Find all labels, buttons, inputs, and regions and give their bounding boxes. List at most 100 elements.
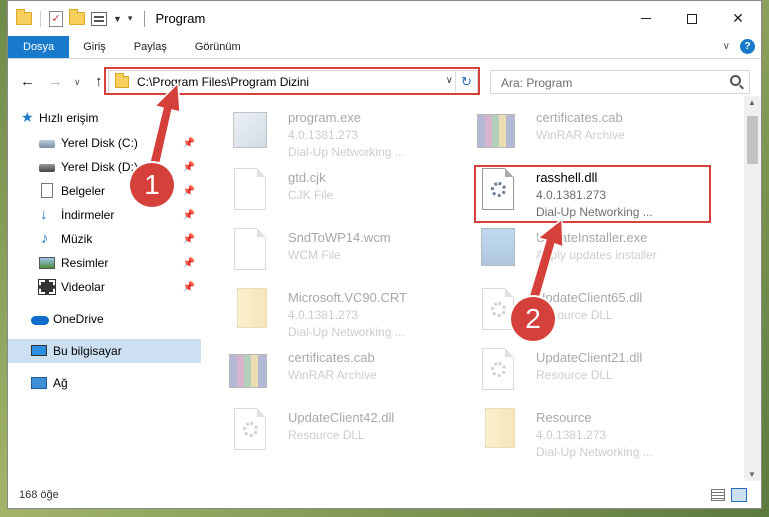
file-list: program.exe 4.0.1381.273 Dial-Up Network…	[221, 100, 739, 475]
winrar-icon	[229, 348, 271, 394]
file-name: UpdateClient21.dll	[536, 350, 643, 365]
new-folder-icon[interactable]	[69, 9, 85, 25]
sidebar-item-onedrive[interactable]: OneDrive	[8, 307, 201, 331]
sidebar-item-this-pc[interactable]: Bu bilgisayar	[8, 339, 201, 363]
search-box[interactable]: Ara: Program	[490, 70, 750, 94]
file-detail: WCM File	[288, 248, 341, 262]
file-highlight-box	[474, 165, 711, 223]
folder-icon	[477, 408, 519, 454]
sidebar-item-label: Ağ	[53, 376, 68, 390]
scroll-down-icon[interactable]: ▼	[748, 470, 756, 479]
file-name: Microsoft.VC90.CRT	[288, 290, 407, 305]
forward-button[interactable]: →	[48, 73, 63, 90]
sidebar-item-label: Hızlı erişim	[39, 111, 99, 125]
list-item[interactable]: SndToWP14.wcm WCM File	[229, 224, 469, 284]
sidebar-item-label: OneDrive	[53, 312, 104, 326]
sidebar-item-label: Videolar	[61, 280, 105, 294]
onedrive-cloud-icon	[31, 316, 49, 330]
pin-icon[interactable]: 📌	[183, 138, 195, 149]
recent-locations-icon[interactable]: ∨	[74, 77, 81, 88]
chevron-down-icon[interactable]: ▼	[113, 14, 122, 24]
pin-icon[interactable]: 📌	[183, 210, 195, 221]
close-icon: ✕	[732, 10, 744, 26]
file-detail: CJK File	[288, 188, 334, 202]
list-item[interactable]: program.exe 4.0.1381.273 Dial-Up Network…	[229, 104, 469, 164]
maximize-button[interactable]	[669, 1, 715, 36]
videos-icon	[38, 279, 56, 295]
list-item[interactable]: certificates.cab WinRAR Archive	[229, 344, 469, 404]
file-name: certificates.cab	[536, 110, 623, 125]
file-name: UpdateClient42.dll	[288, 410, 395, 425]
computer-icon	[31, 345, 47, 359]
blank-file-icon	[229, 228, 271, 274]
tab-file[interactable]: Dosya	[8, 36, 70, 58]
properties-icon[interactable]	[91, 11, 107, 26]
sidebar-item-network[interactable]: Ağ	[8, 371, 201, 395]
file-detail: 4.0.1381.273	[288, 128, 359, 142]
list-item[interactable]: Microsoft.VC90.CRT 4.0.1381.273 Dial-Up …	[229, 284, 469, 344]
tab-home[interactable]: Giriş	[69, 36, 120, 58]
file-detail: Dial-Up Networking ...	[288, 325, 405, 339]
sidebar-item-music[interactable]: ♪ Müzik 📌	[8, 227, 201, 251]
up-button[interactable]: ↑	[95, 73, 103, 90]
item-count: 168 öğe	[19, 489, 59, 501]
documents-icon	[41, 183, 57, 198]
vertical-scrollbar[interactable]: ▲ ▼	[744, 96, 761, 481]
list-item[interactable]: certificates.cab WinRAR Archive	[477, 104, 717, 164]
minimize-button[interactable]	[623, 1, 669, 36]
sidebar-item-label: Bu bilgisayar	[53, 344, 122, 358]
list-item[interactable]: UpdateClient42.dll Resource DLL	[229, 404, 469, 464]
pin-icon[interactable]: 📌	[183, 186, 195, 197]
star-icon: ★	[21, 109, 34, 125]
scroll-up-icon[interactable]: ▲	[748, 98, 756, 107]
maximize-icon	[687, 13, 697, 24]
sidebar-item-pictures[interactable]: Resimler 📌	[8, 251, 201, 275]
sidebar-item-quick-access[interactable]: ★ Hızlı erişim	[8, 106, 201, 130]
list-item[interactable]: UpdateInstaller.exe Apply updates instal…	[477, 224, 717, 284]
dll-gear-icon	[229, 408, 271, 454]
file-detail: Resource DLL	[288, 428, 365, 442]
ribbon-controls: ∨ ?	[723, 39, 755, 54]
help-icon[interactable]: ?	[740, 39, 755, 54]
file-name: certificates.cab	[288, 350, 375, 365]
large-icons-view-icon[interactable]	[731, 488, 747, 502]
pin-icon[interactable]: 📌	[183, 162, 195, 173]
tab-share[interactable]: Paylaş	[120, 36, 181, 58]
folder-icon	[16, 9, 32, 25]
status-bar: 168 öğe	[8, 482, 761, 508]
file-name: UpdateInstaller.exe	[536, 230, 648, 245]
customize-toolbar-icon[interactable]: ▾	[128, 13, 133, 24]
file-name: gtd.cjk	[288, 170, 326, 185]
tab-view[interactable]: Görünüm	[181, 36, 255, 58]
sidebar-item-downloads[interactable]: ↓ İndirmeler 📌	[8, 203, 201, 227]
title-bar: ✓ ▼ ▾ Program ✕	[8, 1, 761, 36]
file-name: program.exe	[288, 110, 361, 125]
back-button[interactable]: ←	[20, 73, 35, 90]
sidebar-item-label: İndirmeler	[61, 208, 115, 222]
close-button[interactable]: ✕	[715, 1, 761, 36]
list-item[interactable]: gtd.cjk CJK File	[229, 164, 469, 224]
file-detail: WinRAR Archive	[288, 368, 377, 382]
local-disk-icon	[39, 164, 55, 178]
sidebar-item-label: Belgeler	[61, 184, 106, 198]
installer-icon	[477, 228, 519, 274]
pin-icon[interactable]: 📌	[183, 234, 195, 245]
network-icon	[31, 377, 47, 391]
list-item[interactable]: UpdateClient21.dll Resource DLL	[477, 344, 717, 404]
scrollbar-thumb[interactable]	[747, 116, 758, 164]
dll-gear-icon	[477, 348, 519, 394]
pin-icon[interactable]: 📌	[183, 258, 195, 269]
sidebar-item-videos[interactable]: Videolar 📌	[8, 275, 201, 299]
details-view-icon[interactable]	[711, 489, 725, 501]
exe-icon	[229, 108, 271, 154]
list-item[interactable]: Resource 4.0.1381.273 Dial-Up Networking…	[477, 404, 717, 464]
sidebar-item-local-disk-c[interactable]: Yerel Disk (C:) 📌	[8, 131, 201, 155]
folder-icon	[229, 288, 271, 334]
search-icon[interactable]	[730, 75, 741, 86]
file-name: Resource	[536, 410, 592, 425]
pin-icon[interactable]: 📌	[183, 282, 195, 293]
ribbon-tabs: Dosya Giriş Paylaş Görünüm ∨ ?	[8, 36, 761, 59]
expand-ribbon-icon[interactable]: ∨	[723, 41, 730, 52]
minimize-icon	[641, 18, 651, 19]
properties-check-icon[interactable]: ✓	[49, 10, 63, 27]
